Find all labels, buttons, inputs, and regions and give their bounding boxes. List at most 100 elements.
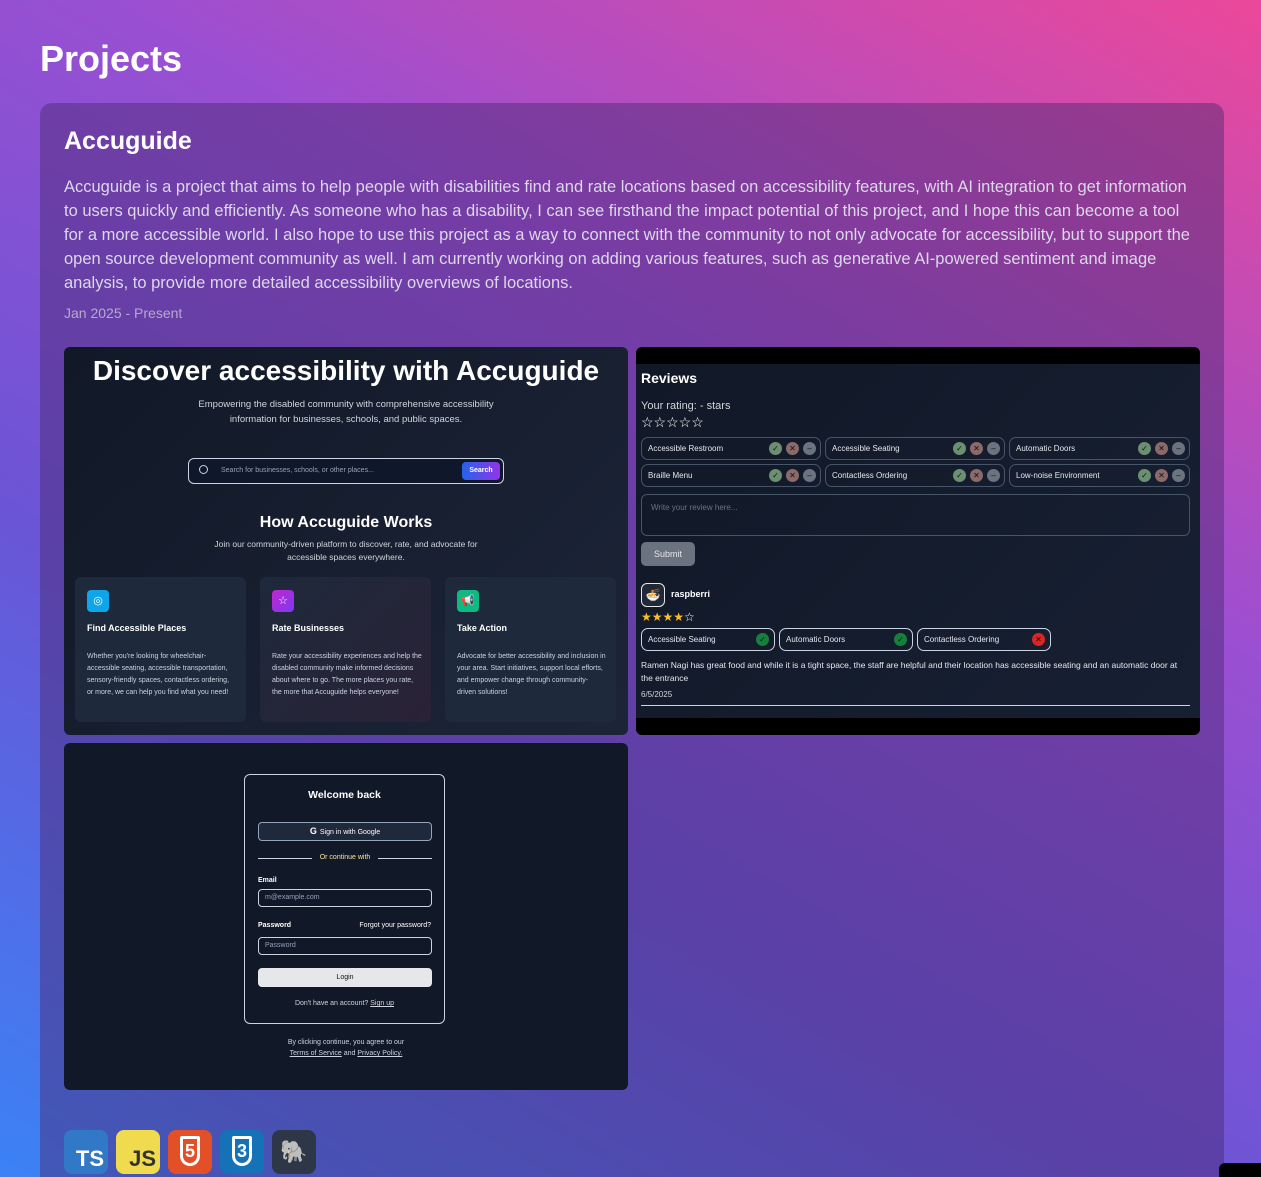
javascript-icon: JS	[116, 1130, 160, 1174]
search-bar: Search for businesses, schools, or other…	[188, 458, 504, 484]
project-card: Accuguide Accuguide is a project that ai…	[40, 103, 1224, 1177]
javascript-label: JS	[129, 1146, 156, 1171]
minus-icon: –	[1172, 442, 1185, 455]
feature-pill: Accessible Restroom ✓ ✕ –	[641, 437, 821, 460]
feature-label: Accessible Restroom	[648, 444, 724, 453]
star-icon: ☆	[272, 590, 294, 612]
feature-text: Rate your accessibility experiences and …	[272, 653, 422, 696]
review-username: raspberri	[671, 589, 711, 599]
check-icon: ✓	[756, 633, 769, 646]
css3-icon: 3	[220, 1130, 264, 1174]
review-text: Ramen Nagi has great food and while it i…	[641, 660, 1178, 683]
feature-card: 📢 Take Action Advocate for better access…	[445, 577, 616, 722]
megaphone-icon: 📢	[457, 590, 479, 612]
divider	[378, 858, 432, 859]
terms-and: and	[343, 1050, 356, 1057]
signup-link: Sign up	[370, 1000, 395, 1007]
review-tag: Accessible Seating ✓	[641, 628, 775, 651]
google-signin-button: G Sign in with Google	[258, 822, 432, 841]
feature-card: ◎ Find Accessible Places Whether you're …	[75, 577, 246, 722]
login-screenshot[interactable]: Welcome back G Sign in with Google Or con…	[64, 743, 628, 1090]
page-title: Projects	[40, 38, 183, 79]
login-button: Login	[258, 968, 432, 987]
minus-icon: –	[803, 442, 816, 455]
feature-text: Advocate for better accessibility and in…	[457, 653, 606, 696]
x-icon: ✕	[1032, 633, 1045, 646]
feature-title: Rate Businesses	[272, 623, 345, 633]
feature-pill: Braille Menu ✓ ✕ –	[641, 464, 821, 487]
reviews-title: Reviews	[641, 370, 698, 386]
corner-widget[interactable]	[1219, 1163, 1261, 1177]
minus-icon: –	[987, 442, 1000, 455]
home-screenshot[interactable]: Discover accessibility with Accuguide Em…	[64, 347, 628, 735]
google-icon: G	[309, 826, 317, 836]
no-account-text: Don't have an account?	[294, 1000, 369, 1007]
review-textarea: Write your review here...	[641, 494, 1190, 536]
feature-pill: Automatic Doors ✓ ✕ –	[1009, 437, 1190, 460]
submit-button: Submit	[641, 542, 695, 566]
compass-icon: ◎	[87, 590, 109, 612]
html5-icon: 5	[168, 1130, 212, 1174]
x-icon: ✕	[786, 469, 799, 482]
search-placeholder: Search for businesses, schools, or other…	[221, 467, 374, 474]
reviews-panel: Reviews Your rating: - stars ☆☆☆☆☆ Acces…	[636, 364, 1200, 718]
project-title: Accuguide	[64, 127, 192, 155]
terms-link: Terms of Service	[289, 1050, 342, 1057]
html5-label: 5	[180, 1136, 200, 1166]
minus-icon: –	[987, 469, 1000, 482]
feature-label: Braille Menu	[648, 471, 693, 480]
feature-label: Low-noise Environment	[1016, 471, 1100, 480]
rating-stars-empty: ☆☆☆☆☆	[641, 414, 704, 430]
minus-icon: –	[803, 469, 816, 482]
reviews-screenshot[interactable]: Reviews Your rating: - stars ☆☆☆☆☆ Acces…	[636, 347, 1200, 735]
check-icon: ✓	[1138, 469, 1151, 482]
password-label: Password	[258, 922, 292, 929]
feature-pill: Contactless Ordering ✓ ✕ –	[825, 464, 1005, 487]
postgresql-icon: 🐘	[272, 1130, 316, 1174]
review-tag: Automatic Doors ✓	[779, 628, 913, 651]
x-icon: ✕	[786, 442, 799, 455]
tag-label: Automatic Doors	[786, 635, 846, 644]
how-subtitle: Join our community-driven platform to di…	[214, 539, 478, 562]
postgresql-label: 🐘	[280, 1139, 308, 1164]
typescript-icon: TS	[64, 1130, 108, 1174]
terms-prefix: By clicking continue, you agree to our	[287, 1039, 405, 1046]
signup-prompt: Don't have an account? Sign up	[245, 1000, 444, 1007]
check-icon: ✓	[953, 442, 966, 455]
typescript-label: TS	[75, 1146, 104, 1171]
divider	[641, 705, 1190, 706]
login-card: Welcome back G Sign in with Google Or con…	[244, 774, 445, 1024]
css3-label: 3	[232, 1136, 252, 1166]
your-rating: Your rating: - stars	[641, 400, 731, 412]
search-button: Search	[462, 462, 500, 480]
check-icon: ✓	[1138, 442, 1151, 455]
search-icon	[199, 465, 208, 474]
feature-pill: Low-noise Environment ✓ ✕ –	[1009, 464, 1190, 487]
privacy-link: Privacy Policy.	[357, 1050, 403, 1057]
feature-title: Find Accessible Places	[87, 623, 187, 633]
check-icon: ✓	[769, 442, 782, 455]
x-icon: ✕	[970, 442, 983, 455]
check-icon: ✓	[894, 633, 907, 646]
review-date: 6/5/2025	[641, 690, 673, 699]
how-title: How Accuguide Works	[259, 514, 433, 531]
minus-icon: –	[1172, 469, 1185, 482]
project-description: Accuguide is a project that aims to help…	[64, 178, 1190, 292]
feature-text: Whether you're looking for wheelchair-ac…	[87, 653, 230, 696]
review-stars: ★★★★☆	[641, 610, 695, 624]
login-title: Welcome back	[308, 789, 381, 801]
feature-title: Take Action	[457, 623, 508, 633]
feature-label: Contactless Ordering	[832, 471, 908, 480]
hero-subtitle: Empowering the disabled community with c…	[198, 399, 494, 425]
feature-pill: Accessible Seating ✓ ✕ –	[825, 437, 1005, 460]
hero-title: Discover accessibility with Accuguide	[92, 355, 600, 386]
avatar: 🍜	[641, 583, 665, 607]
feature-label: Accessible Seating	[832, 444, 900, 453]
check-icon: ✓	[953, 469, 966, 482]
feature-label: Automatic Doors	[1016, 444, 1076, 453]
check-icon: ✓	[769, 469, 782, 482]
x-icon: ✕	[1155, 442, 1168, 455]
tag-label: Accessible Seating	[648, 635, 716, 644]
x-icon: ✕	[970, 469, 983, 482]
google-label: Sign in with Google	[319, 829, 381, 836]
